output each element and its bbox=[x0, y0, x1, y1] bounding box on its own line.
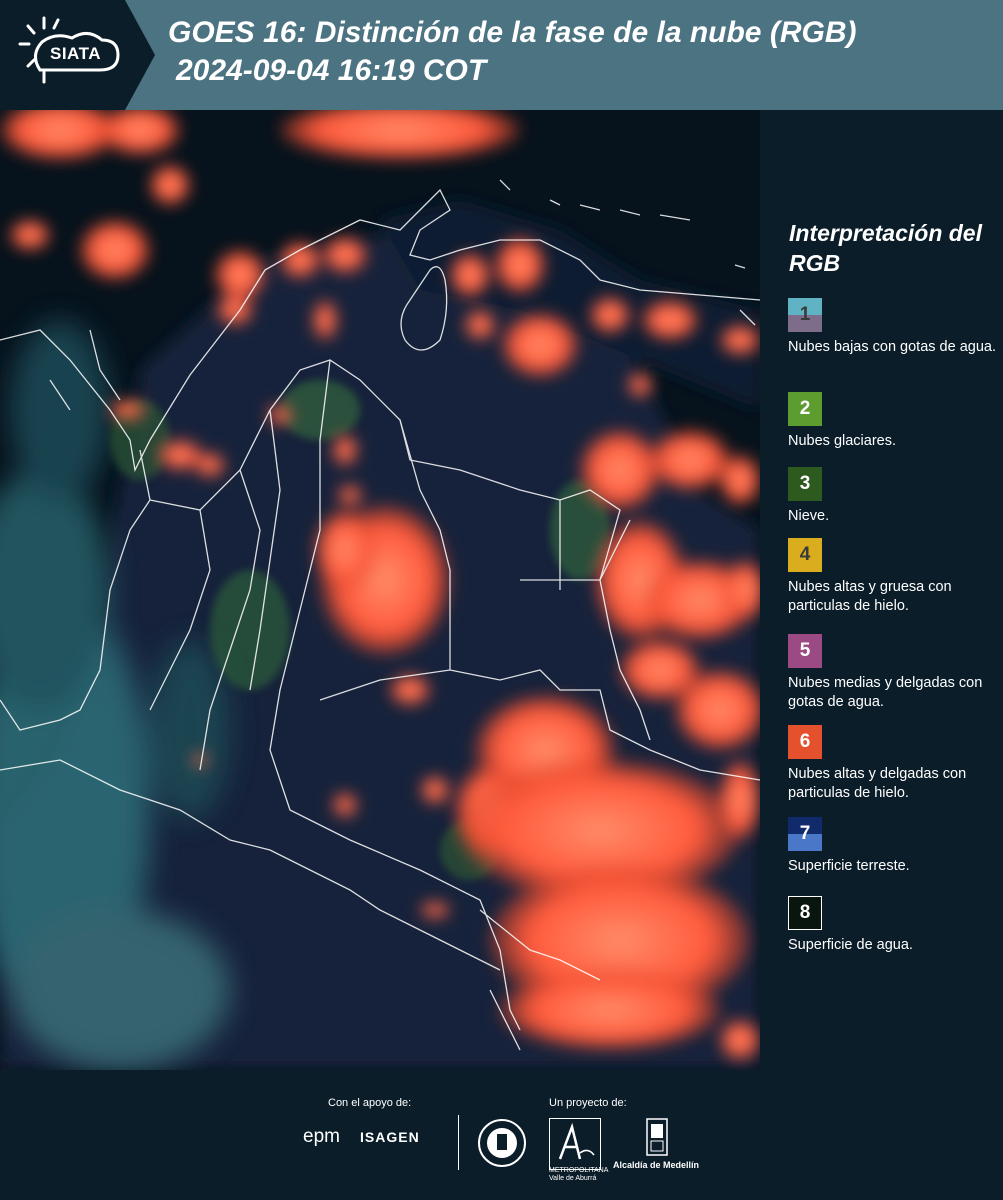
page-title: GOES 16: Distinción de la fase de la nub… bbox=[168, 16, 857, 49]
legend-label: Superficie terreste. bbox=[788, 858, 910, 874]
legend-swatch: 6 bbox=[788, 725, 822, 759]
legend-number: 3 bbox=[799, 473, 811, 494]
legend-panel: Interpretación del RGB 1 Nubes bajas con … bbox=[760, 110, 1003, 1070]
legend-swatch: 3 bbox=[788, 467, 822, 501]
legend-number: 5 bbox=[799, 640, 811, 661]
legend-label: Nubes bajas con gotas de agua. bbox=[788, 339, 996, 355]
legend-label: Nieve. bbox=[788, 508, 830, 524]
area-metropolitana-text: METROPOLITANA Valle de Aburrá bbox=[549, 1167, 608, 1182]
legend-swatch: 8 bbox=[788, 896, 822, 930]
legend-swatch: 5 bbox=[788, 634, 822, 668]
footer-bar: Con el apoyo de: Un proyecto de: epm ISA… bbox=[0, 1070, 1003, 1200]
legend-number: 2 bbox=[799, 398, 811, 419]
legend-item: 6 Nubes altas y delgadas con particulas d… bbox=[788, 725, 1003, 803]
legend-label: Superficie de agua. bbox=[788, 937, 913, 953]
legend-swatch: 7 bbox=[788, 817, 822, 851]
satellite-map bbox=[0, 110, 760, 1070]
legend-number: 6 bbox=[799, 731, 811, 752]
alcaldia-text: Alcaldía de Medellín bbox=[613, 1160, 700, 1170]
legend-number: 8 bbox=[799, 902, 811, 923]
page-timestamp: 2024-09-04 16:19 COT bbox=[176, 54, 487, 87]
legend-swatch: 1 bbox=[788, 298, 822, 332]
legend-item: 2 Nubes glaciares. bbox=[788, 392, 1003, 451]
legend-label: Nubes medias y delgadas con gotas de agu… bbox=[788, 675, 983, 710]
legend-swatch: 4 bbox=[788, 538, 822, 572]
legend-label: Nubes glaciares. bbox=[788, 433, 896, 449]
siata-logo: SIATA bbox=[0, 0, 155, 110]
legend-title: Interpretación del RGB bbox=[789, 220, 982, 276]
legend-item: 7 Superficie terreste. bbox=[788, 817, 1003, 876]
project-label: Un proyecto de: bbox=[549, 1097, 627, 1109]
area-metropolitana-logo bbox=[549, 1118, 601, 1170]
legend-label: Nubes altas y gruesa con particulas de h… bbox=[788, 579, 952, 614]
medellin-seal-icon bbox=[477, 1118, 527, 1173]
epm-logo: epm bbox=[303, 1126, 340, 1147]
legend-item: 4 Nubes altas y gruesa con particulas de … bbox=[788, 538, 1003, 616]
legend-number: 4 bbox=[799, 544, 811, 565]
alcaldia-crest-icon bbox=[646, 1118, 668, 1161]
legend-swatch: 2 bbox=[788, 392, 822, 426]
legend-number: 1 bbox=[799, 304, 811, 325]
legend-item: 3 Nieve. bbox=[788, 467, 1003, 526]
legend-item: 5 Nubes medias y delgadas con gotas de ag… bbox=[788, 634, 1003, 712]
footer-divider bbox=[458, 1115, 459, 1170]
support-label: Con el apoyo de: bbox=[328, 1097, 412, 1109]
legend-label: Nubes altas y delgadas con particulas de… bbox=[788, 766, 967, 801]
isagen-logo: ISAGEN bbox=[360, 1129, 420, 1145]
header-bar: SIATA GOES 16: Distinción de la fase de … bbox=[0, 0, 1003, 110]
legend-item: 8 Superficie de agua. bbox=[788, 896, 1003, 955]
legend-item: 1 Nubes bajas con gotas de agua. bbox=[788, 298, 1003, 357]
legend-number: 7 bbox=[799, 823, 811, 844]
logo-text: SIATA bbox=[50, 44, 101, 63]
